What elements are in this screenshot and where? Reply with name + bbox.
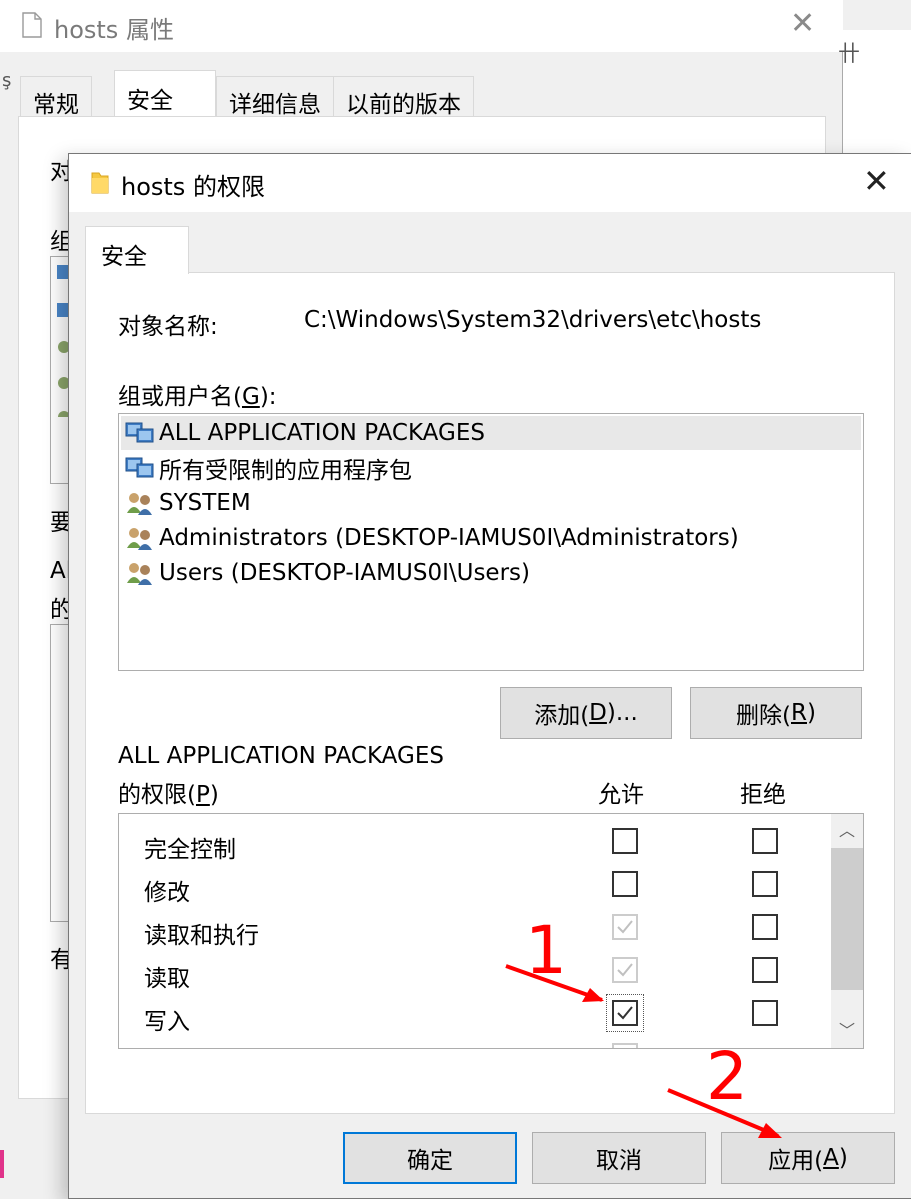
tab-security-label: 安全: [101, 244, 147, 270]
annotation-layer: [505, 964, 782, 1138]
annotation-step-1: 1: [525, 912, 567, 989]
tab-security[interactable]: 安全: [85, 226, 189, 274]
annotation-step-2: 2: [706, 1038, 748, 1115]
